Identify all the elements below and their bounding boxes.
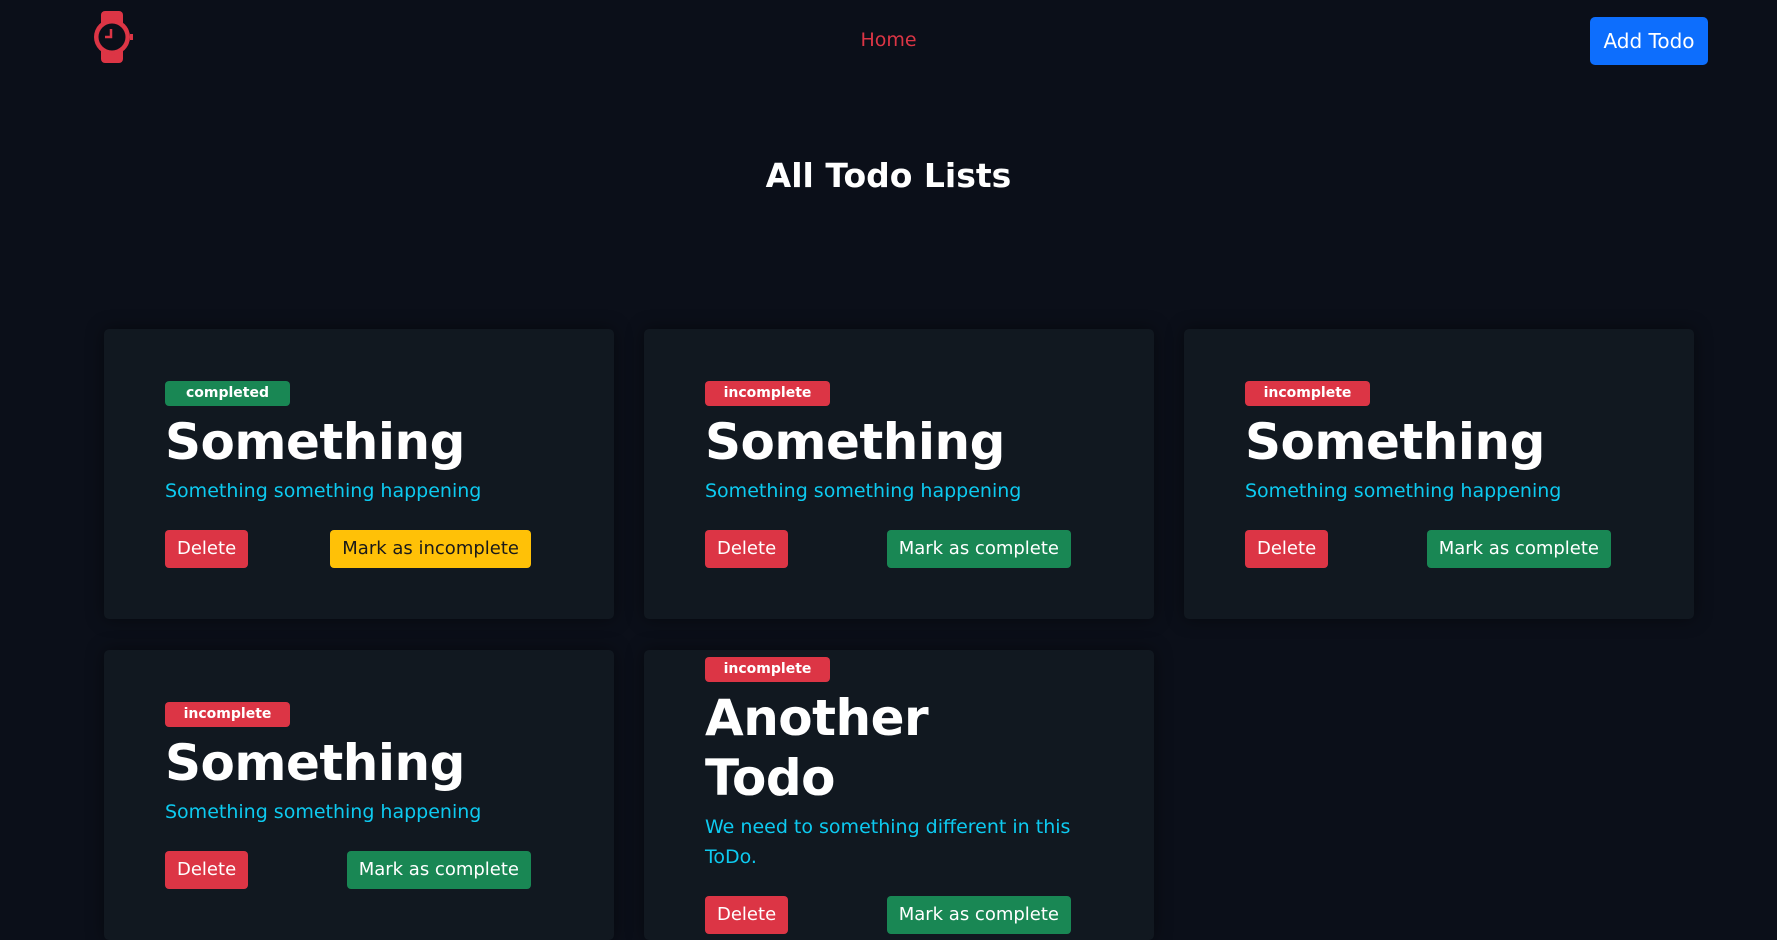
todo-content: completed Something Something something … [165,380,535,568]
todo-card: incomplete Something Something something… [104,650,614,940]
nav-home-link[interactable]: Home [860,29,916,51]
toggle-status-button[interactable]: Mark as complete [1426,529,1611,568]
todo-card: incomplete Something Something something… [1184,329,1694,619]
toggle-status-button[interactable]: Mark as complete [886,895,1071,934]
todo-description: Something something happening [165,479,482,502]
todo-title: Another Todo [705,688,929,807]
add-todo-button[interactable]: Add Todo [1590,17,1708,65]
todo-actions: Delete Mark as complete [705,529,1071,568]
todo-description: Something something happening [705,479,1022,502]
delete-button[interactable]: Delete [165,529,249,568]
todo-description: We need to something different in this T… [705,815,1071,868]
todo-title: Something [165,733,465,792]
todo-title: Something [705,412,1005,471]
todo-grid: completed Something Something something … [104,329,1694,940]
delete-button[interactable]: Delete [1245,529,1329,568]
status-badge: incomplete [165,701,290,727]
delete-button[interactable]: Delete [705,895,789,934]
todo-actions: Delete Mark as complete [1245,529,1611,568]
toggle-status-button[interactable]: Mark as incomplete [330,529,531,568]
todo-title: Something [1245,412,1545,471]
todo-actions: Delete Mark as complete [165,850,531,889]
status-badge: incomplete [705,656,830,682]
todo-card: completed Something Something something … [104,329,614,619]
status-badge: incomplete [1245,380,1370,406]
page-title: All Todo Lists [765,156,1012,195]
todo-content: incomplete Another Todo We need to somet… [705,656,1075,934]
toggle-status-button[interactable]: Mark as complete [346,850,531,889]
todo-card: incomplete Another Todo We need to somet… [644,650,1154,940]
status-badge: incomplete [705,380,830,406]
todo-card: incomplete Something Something something… [644,329,1154,619]
todo-content: incomplete Something Something something… [705,380,1075,568]
toggle-status-button[interactable]: Mark as complete [886,529,1071,568]
delete-button[interactable]: Delete [705,529,789,568]
delete-button[interactable]: Delete [165,850,249,889]
todo-actions: Delete Mark as incomplete [165,529,531,568]
todo-content: incomplete Something Something something… [1245,380,1615,568]
todo-actions: Delete Mark as complete [705,895,1071,934]
navbar: Home Add Todo [0,0,1777,84]
todo-description: Something something happening [1245,479,1562,502]
todo-description: Something something happening [165,800,482,823]
todo-title: Something [165,412,465,471]
status-badge: completed [165,380,290,406]
todo-content: incomplete Something Something something… [165,701,535,889]
